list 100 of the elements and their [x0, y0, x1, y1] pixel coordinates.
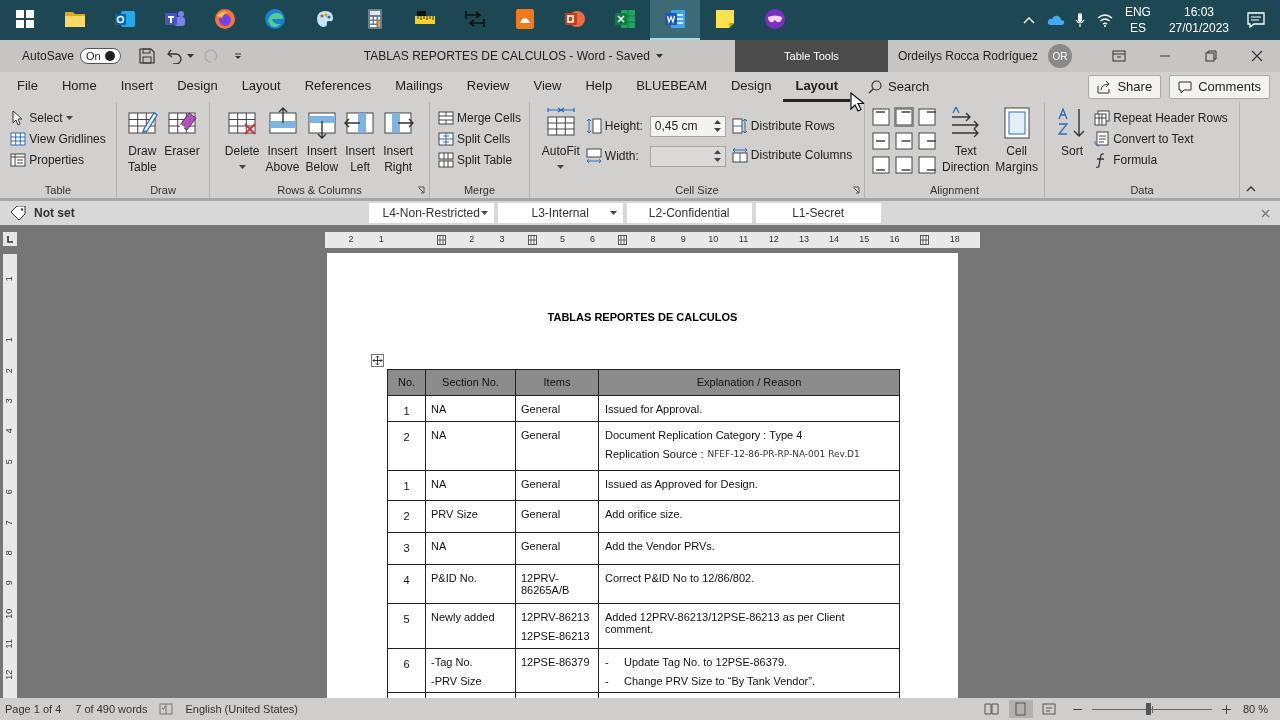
- number-field[interactable]: [649, 145, 726, 167]
- alignment-button[interactable]: [894, 107, 914, 127]
- browser-icon[interactable]: [264, 8, 286, 30]
- ribbon-tab[interactable]: File: [5, 72, 50, 102]
- microphone-icon[interactable]: [1074, 12, 1085, 28]
- comments-button[interactable]: Comments: [1169, 75, 1270, 99]
- alignment-button[interactable]: [916, 131, 937, 151]
- mask-icon[interactable]: [764, 8, 786, 30]
- wifi-icon[interactable]: [1096, 13, 1113, 27]
- alignment-button[interactable]: [871, 155, 891, 175]
- ribbon-tab[interactable]: Mailings: [383, 72, 455, 102]
- launcher-icon[interactable]: [417, 186, 425, 194]
- ribbon-button[interactable]: Select: [10, 107, 106, 128]
- ribbon-button[interactable]: Insert Left: [344, 107, 377, 175]
- mail-app-icon[interactable]: [114, 8, 136, 30]
- restore-icon[interactable]: [1205, 50, 1217, 62]
- ribbon-button[interactable]: Insert Below: [305, 107, 339, 175]
- ruler-marker-icon[interactable]: [618, 235, 628, 245]
- save-icon[interactable]: [138, 48, 155, 64]
- browser-icon[interactable]: [214, 8, 236, 30]
- zoom-level[interactable]: 80 %: [1242, 700, 1268, 718]
- ribbon-button[interactable]: Cell Margins: [995, 107, 1038, 175]
- ribbon-button[interactable]: Distribute Rows: [731, 115, 853, 136]
- ribbon-tab[interactable]: Review: [454, 72, 522, 102]
- ribbon-tab[interactable]: BLUEBEAM: [624, 72, 719, 102]
- language-status[interactable]: English (United States): [185, 700, 298, 718]
- ribbon-button[interactable]: Draw Table: [126, 107, 159, 175]
- spinner-icon[interactable]: [713, 119, 721, 133]
- alignment-button[interactable]: [916, 107, 937, 127]
- ribbon-button[interactable]: Split Cells: [438, 128, 521, 149]
- zoom-slider-thumb[interactable]: [1146, 703, 1152, 715]
- palette-icon[interactable]: [314, 8, 336, 30]
- close-icon[interactable]: [1261, 208, 1270, 218]
- windows-icon[interactable]: [14, 8, 36, 30]
- caret-icon[interactable]: [655, 54, 663, 58]
- sensitivity-button[interactable]: L2-Confidential: [626, 203, 752, 223]
- number-field[interactable]: 0,45 cm: [649, 115, 726, 137]
- ribbon-tab[interactable]: Home: [49, 72, 109, 102]
- ribbon-button[interactable]: Eraser: [164, 107, 200, 159]
- search-box[interactable]: Search: [864, 75, 934, 99]
- ribbon-tab[interactable]: Insert: [108, 72, 166, 102]
- table-move-handle-icon[interactable]: [371, 354, 384, 367]
- ruler-number: 9: [680, 233, 686, 247]
- sensitivity-button[interactable]: L1-Secret: [755, 203, 881, 223]
- ribbon-button[interactable]: AutoFit: [541, 107, 580, 169]
- ribbon-button[interactable]: Text Direction: [941, 107, 990, 175]
- ruler-marker-icon[interactable]: [437, 235, 447, 245]
- ribbon-button[interactable]: Insert Right: [382, 107, 415, 175]
- ribbon-button[interactable]: Split Table: [438, 149, 521, 170]
- launcher-icon[interactable]: [852, 186, 860, 194]
- zoom-in-icon[interactable]: [1221, 704, 1231, 714]
- ribbon-button[interactable]: Merge Cells: [438, 107, 521, 128]
- alignment-button[interactable]: [894, 131, 914, 151]
- undo-icon[interactable]: [166, 48, 183, 64]
- ribbon-button[interactable]: Delete: [224, 107, 260, 169]
- collapse-ribbon-icon[interactable]: [1246, 186, 1256, 192]
- ribbon-button[interactable]: Sort: [1056, 107, 1089, 159]
- word-count[interactable]: 7 of 490 words: [75, 700, 148, 718]
- alignment-button[interactable]: [916, 155, 937, 175]
- ribbon-tab[interactable]: Design: [719, 72, 784, 102]
- presentation-app-icon[interactable]: [564, 8, 586, 30]
- ribbon-button[interactable]: Distribute Columns: [731, 144, 853, 165]
- ribbon-button[interactable]: Properties: [10, 149, 106, 170]
- page-count[interactable]: Page 1 of 4: [5, 700, 62, 718]
- ruler-number: 4: [3, 428, 16, 434]
- ruler-marker-icon[interactable]: [920, 235, 930, 245]
- ruler-marker-icon[interactable]: [527, 235, 537, 245]
- sensitivity-button[interactable]: L3-Internal: [497, 203, 623, 223]
- clock[interactable]: 16:03 27/01/2023: [1168, 4, 1229, 36]
- chevron-up-icon[interactable]: [1022, 16, 1035, 24]
- document-app-icon[interactable]: [514, 8, 536, 30]
- sensitivity-button[interactable]: L4-Non-Restricted: [368, 203, 494, 223]
- spinner-icon[interactable]: [713, 149, 721, 163]
- close-icon[interactable]: [1251, 50, 1263, 62]
- document-app-icon[interactable]: [664, 8, 686, 30]
- zoom-slider[interactable]: [1089, 702, 1214, 716]
- note-icon[interactable]: [714, 8, 736, 30]
- ribbon-tab[interactable]: View: [521, 72, 574, 102]
- notification-icon[interactable]: [1247, 12, 1265, 28]
- ribbon-button[interactable]: View Gridlines: [10, 128, 106, 149]
- cloud-icon[interactable]: [1046, 14, 1065, 26]
- ribbon-button[interactable]: Repeat Header Rows: [1094, 107, 1228, 128]
- ribbon-button[interactable]: Insert Above: [265, 107, 300, 175]
- customize-icon[interactable]: [233, 52, 242, 60]
- alignment-button[interactable]: [894, 155, 914, 175]
- autosave-toggle[interactable]: On: [80, 48, 121, 64]
- ribbon-tab[interactable]: References: [292, 72, 384, 102]
- language-indicator[interactable]: ENG ES: [1124, 4, 1151, 36]
- ribbon-button[interactable]: Convert to Text: [1094, 128, 1228, 149]
- ribbon-tab[interactable]: Layout: [229, 72, 293, 102]
- ribbon-tab[interactable]: Design: [165, 72, 230, 102]
- ribbon-button[interactable]: Formula: [1094, 149, 1228, 170]
- spreadsheet-app-icon[interactable]: [614, 8, 636, 30]
- ribbon-tab[interactable]: Help: [573, 72, 625, 102]
- alignment-button[interactable]: [871, 131, 891, 151]
- alignment-button[interactable]: [871, 107, 891, 127]
- tab-stop-icon[interactable]: [6, 235, 14, 243]
- caret-icon[interactable]: [186, 54, 194, 58]
- ribbon-display-icon[interactable]: [1112, 50, 1126, 62]
- share-button[interactable]: Share: [1088, 75, 1162, 99]
